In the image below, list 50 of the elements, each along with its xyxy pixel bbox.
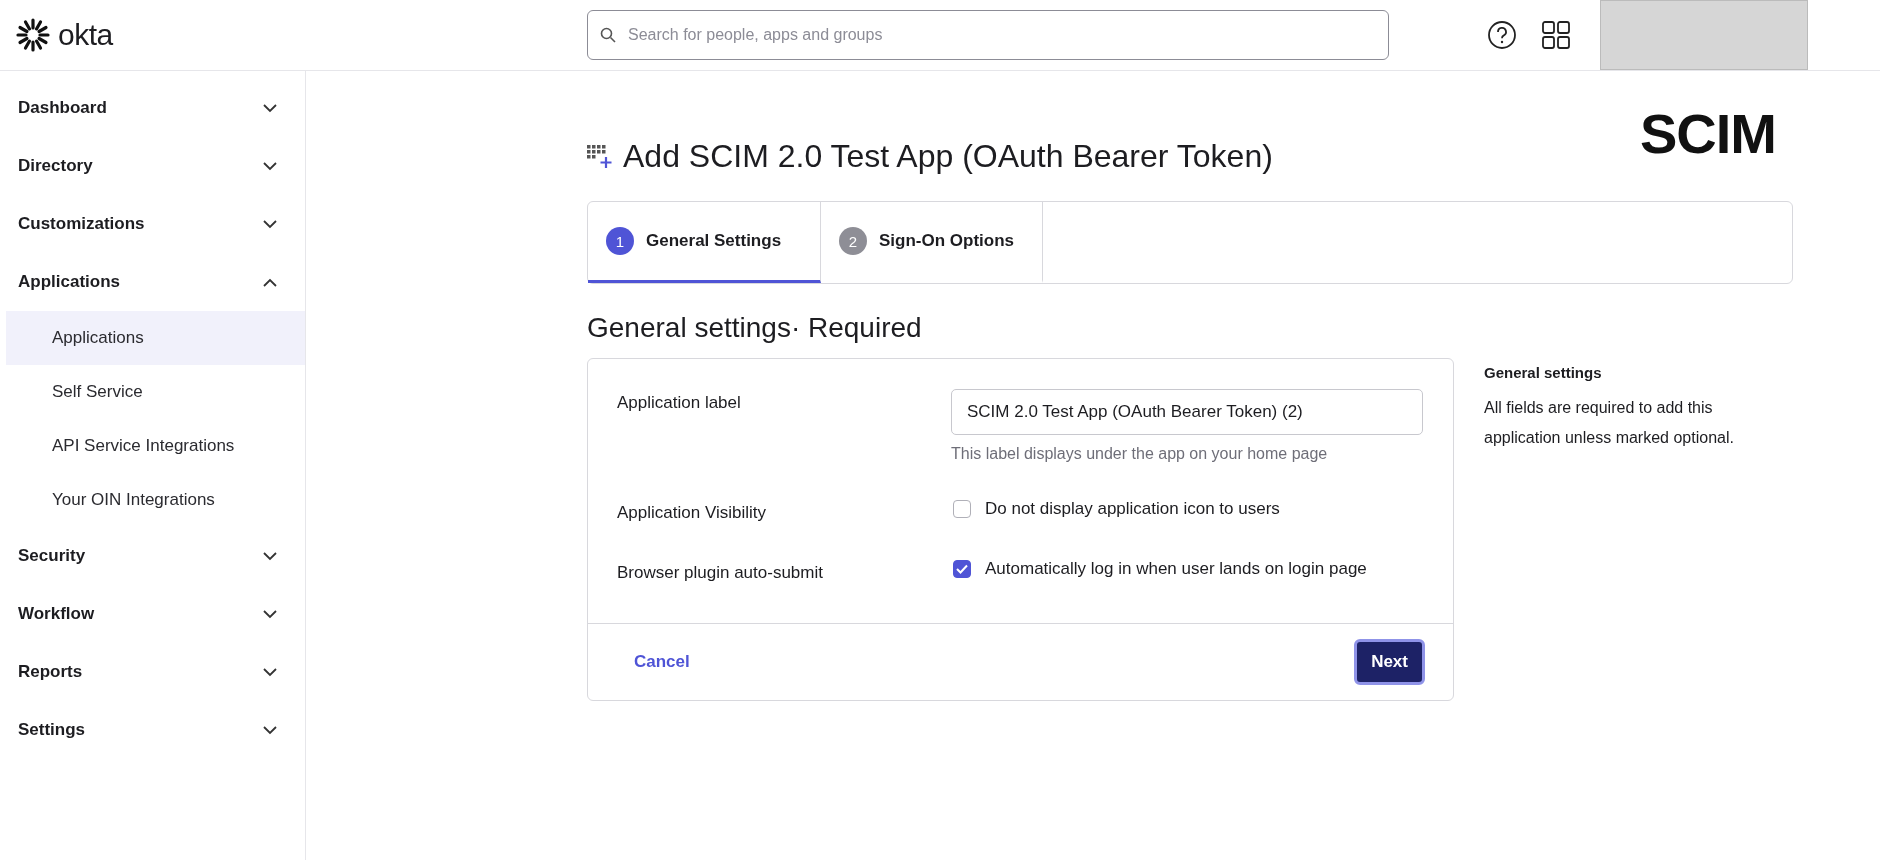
nav-item[interactable]: Workflow: [0, 585, 305, 643]
nav-subitem[interactable]: Self Service: [6, 365, 305, 419]
section-title: General settings· Required: [587, 312, 923, 345]
logo-icon: [16, 18, 50, 52]
nav-item[interactable]: Dashboard: [0, 79, 305, 137]
step-number: 1: [606, 227, 634, 255]
wizard-tab[interactable]: 2 Sign-On Options: [821, 202, 1044, 283]
chevron-down-icon: [263, 219, 277, 229]
apps-grid-icon[interactable]: [1541, 20, 1571, 50]
chevron-down-icon: [263, 103, 277, 113]
help-icon[interactable]: [1487, 20, 1517, 50]
step-number: 2: [839, 227, 867, 255]
chevron-up-icon: [263, 277, 277, 287]
next-button[interactable]: Next: [1354, 639, 1425, 685]
wizard-tab[interactable]: 1 General Settings: [588, 202, 821, 283]
nav-item[interactable]: Reports: [0, 643, 305, 701]
nav-item[interactable]: Directory: [0, 137, 305, 195]
nav-subitem[interactable]: Applications: [6, 311, 305, 365]
field-label: Application Visibility: [617, 502, 767, 523]
nav-item[interactable]: Security: [0, 527, 305, 585]
search-icon: [600, 27, 616, 43]
nav-item[interactable]: Customizations: [0, 195, 305, 253]
brand-logo: SCIM: [1640, 101, 1776, 166]
chevron-down-icon: [263, 161, 277, 171]
tab-label: General Settings: [646, 231, 782, 251]
chevron-down-icon: [263, 609, 277, 619]
checkbox-label: Automatically log in when user lands on login page: [985, 559, 1367, 579]
help-text: This label displays under the app on your home page: [951, 445, 1329, 463]
search-field[interactable]: Search for people, apps and groups: [626, 25, 1376, 45]
nav-subitem[interactable]: API Service Integrations: [6, 419, 305, 473]
nav-subitem[interactable]: Your OIN Integrations: [6, 473, 305, 527]
chevron-down-icon: [263, 667, 277, 677]
field-label: Application label: [617, 392, 742, 414]
field-label: Browser plugin auto-submit: [617, 562, 824, 583]
aside-text: All fields are required to add this application unless marked optional.: [1484, 398, 1735, 448]
app-grid-add-icon: [587, 143, 613, 169]
aside-title: General settings: [1484, 364, 1603, 381]
cancel-button[interactable]: Cancel: [618, 646, 706, 678]
nav-item[interactable]: Applications: [0, 253, 305, 311]
search-box[interactable]: Search for people, apps and groups: [587, 10, 1389, 60]
checkbox-label: Do not display application icon to users: [985, 499, 1280, 519]
tab-label: Sign-On Options: [879, 231, 1015, 251]
checkbox[interactable]: [953, 500, 971, 518]
input-field[interactable]: SCIM 2.0 Test App (OAuth Bearer Token) (2): [951, 389, 1423, 435]
nav-item[interactable]: Settings: [0, 701, 305, 759]
chevron-down-icon: [263, 551, 277, 561]
logo-text: okta: [58, 18, 113, 52]
checkbox[interactable]: [953, 560, 971, 578]
page-title: Add SCIM 2.0 Test App (OAuth Bearer Token): [623, 137, 1273, 175]
chevron-down-icon: [263, 725, 277, 735]
